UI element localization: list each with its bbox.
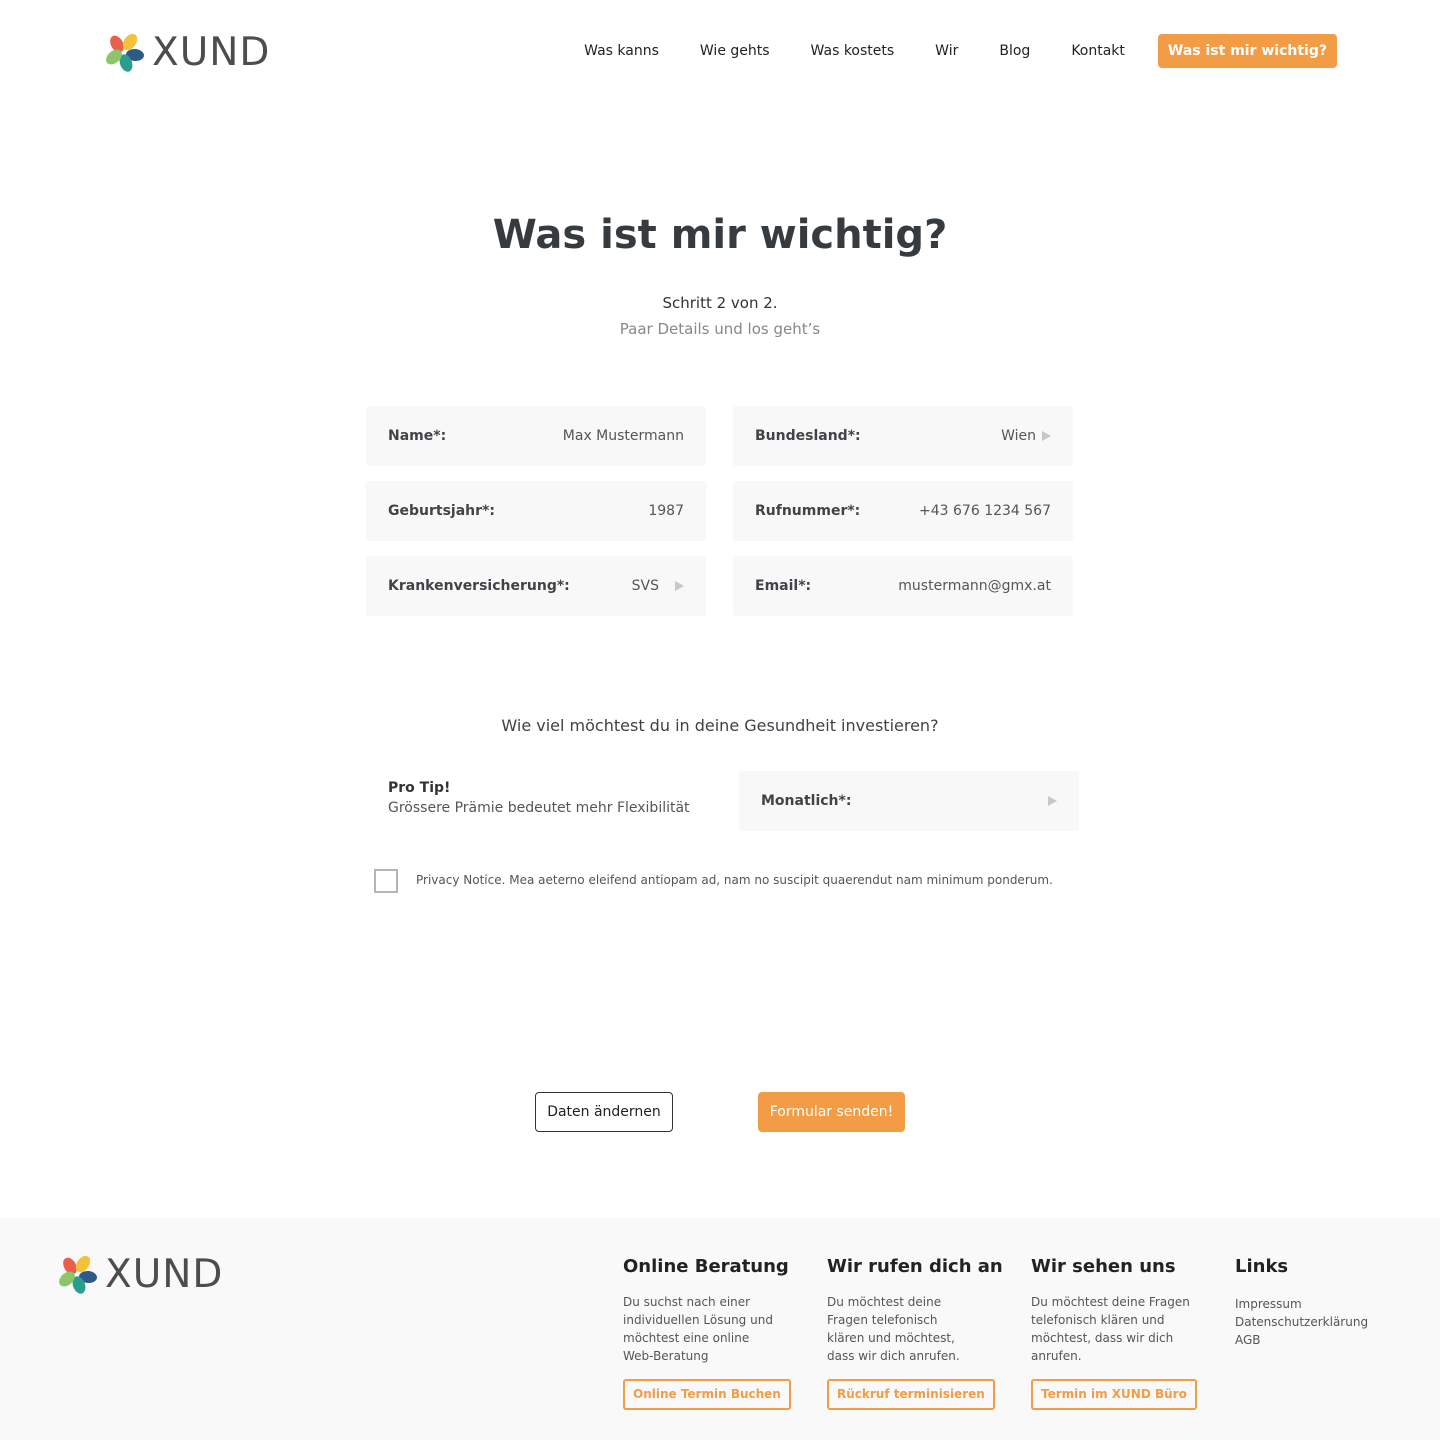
footer-col-wir-sehen-uns: Wir sehen uns Du möchtest deine Fragen t… <box>1031 1256 1197 1410</box>
krankenversicherung-label: Krankenversicherung*: <box>388 578 570 594</box>
nav-link-was-kostets[interactable]: Was kostets <box>811 43 895 59</box>
online-termin-button[interactable]: Online Termin Buchen <box>623 1379 791 1410</box>
footer-col-title: Wir sehen uns <box>1031 1256 1176 1277</box>
geburtsjahr-field[interactable]: Geburtsjahr*: 1987 <box>366 481 706 541</box>
bundesland-select[interactable]: Bundesland*: Wien <box>733 406 1073 466</box>
logo-flower-icon <box>106 33 144 72</box>
pro-tip-title: Pro Tip! <box>388 780 451 796</box>
header-logo[interactable]: XUND <box>104 30 270 75</box>
footer-col-text: Du möchtest deine Fragen telefonisch klä… <box>827 1295 960 1363</box>
footer-link-agb[interactable]: AGB <box>1235 1331 1368 1349</box>
logo-flower-icon <box>59 1255 97 1294</box>
nav-link-wir[interactable]: Wir <box>935 43 958 59</box>
dropdown-arrow-icon[interactable] <box>675 581 684 591</box>
main-nav: Was kanns Wie gehts Was kostets Wir Blog… <box>584 34 1337 68</box>
name-label: Name*: <box>388 428 447 444</box>
footer-col-rueckruf: Wir rufen dich an Du möchtest deine Frag… <box>827 1256 1003 1410</box>
email-field[interactable]: Email*: mustermann@gmx.at <box>733 556 1073 616</box>
rueckruf-button[interactable]: Rückruf terminisieren <box>827 1379 995 1410</box>
dropdown-arrow-icon[interactable] <box>1048 796 1057 806</box>
email-label: Email*: <box>755 578 812 594</box>
privacy-checkbox[interactable] <box>374 869 398 893</box>
dropdown-arrow-icon[interactable] <box>1042 431 1051 441</box>
bundesland-value: Wien <box>1001 428 1036 444</box>
rufnummer-label: Rufnummer*: <box>755 503 861 519</box>
footer-logo[interactable]: XUND <box>57 1252 223 1297</box>
nav-cta-button[interactable]: Was ist mir wichtig? <box>1157 34 1337 68</box>
termin-buero-button[interactable]: Termin im XUND Büro <box>1031 1379 1197 1410</box>
rufnummer-field[interactable]: Rufnummer*: +43 676 1234 567 <box>733 481 1073 541</box>
geburtsjahr-label: Geburtsjahr*: <box>388 503 495 519</box>
name-field[interactable]: Name*: Max Mustermann <box>366 406 706 466</box>
footer-col-text: Du möchtest deine Fragen telefonisch klä… <box>1031 1295 1190 1363</box>
change-data-button[interactable]: Daten ändernen <box>535 1092 673 1132</box>
footer-col-links: Links Impressum Datenschutzerklärung AGB <box>1235 1256 1368 1349</box>
monatlich-label: Monatlich*: <box>761 793 852 809</box>
footer-col-title: Links <box>1235 1256 1289 1277</box>
nav-link-was-kanns[interactable]: Was kanns <box>584 43 659 59</box>
step-subtitle: Paar Details und los geht’s <box>619 320 821 338</box>
page-title: Was ist mir wichtig? <box>492 212 948 258</box>
footer-col-online-beratung: Online Beratung Du suchst nach einer ind… <box>623 1256 791 1410</box>
krankenversicherung-value: SVS <box>631 578 659 594</box>
nav-link-kontakt[interactable]: Kontakt <box>1071 43 1125 59</box>
monatlich-select[interactable]: Monatlich*: <box>739 771 1079 831</box>
footer-logo-text: XUND <box>105 1252 224 1297</box>
pro-tip-text: Grössere Prämie bedeutet mehr Flexibilit… <box>388 800 690 816</box>
pro-tip: Pro Tip! Grössere Prämie bedeutet mehr F… <box>388 780 690 816</box>
footer-link-impressum[interactable]: Impressum <box>1235 1295 1368 1313</box>
geburtsjahr-value[interactable]: 1987 <box>648 503 684 519</box>
bundesland-label: Bundesland*: <box>755 428 861 444</box>
step-indicator: Schritt 2 von 2. <box>662 294 778 312</box>
footer-col-title: Wir rufen dich an <box>827 1256 1003 1277</box>
footer-col-title: Online Beratung <box>623 1256 789 1277</box>
nav-link-wie-gehts[interactable]: Wie gehts <box>700 43 770 59</box>
rufnummer-value[interactable]: +43 676 1234 567 <box>919 503 1051 519</box>
footer-col-text: Du suchst nach einer individuellen Lösun… <box>623 1295 773 1363</box>
name-value[interactable]: Max Mustermann <box>563 428 684 444</box>
krankenversicherung-select[interactable]: Krankenversicherung*: SVS <box>366 556 706 616</box>
privacy-notice-text: Privacy Notice. Mea aeterno eleifend ant… <box>416 873 1053 887</box>
footer: XUND Online Beratung Du suchst nach eine… <box>0 1218 1440 1440</box>
logo-text: XUND <box>152 30 271 75</box>
submit-form-button[interactable]: Formular senden! <box>758 1092 905 1132</box>
email-value[interactable]: mustermann@gmx.at <box>898 578 1051 594</box>
nav-link-blog[interactable]: Blog <box>999 43 1030 59</box>
investment-question: Wie viel möchtest du in deine Gesundheit… <box>501 716 939 735</box>
footer-link-datenschutz[interactable]: Datenschutzerklärung <box>1235 1313 1368 1331</box>
